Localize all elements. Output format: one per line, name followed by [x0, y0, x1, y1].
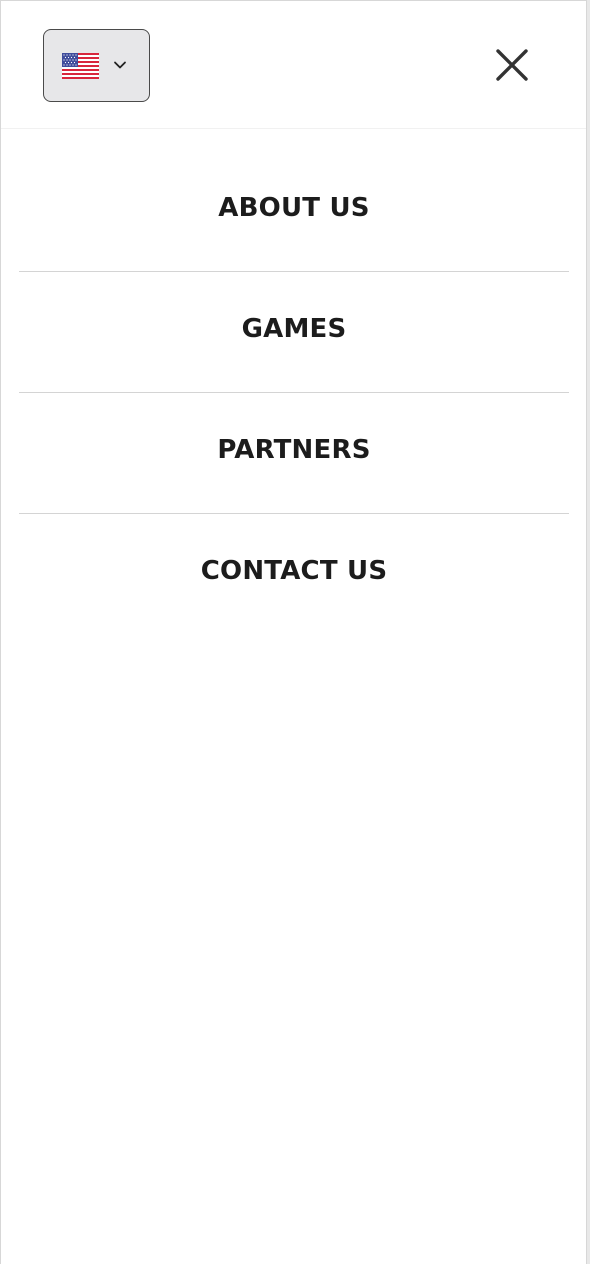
- contact-us-link[interactable]: CONTACT US: [19, 556, 569, 586]
- language-selector-button[interactable]: [43, 29, 150, 102]
- about-us-link[interactable]: ABOUT US: [19, 193, 569, 223]
- chevron-down-icon: [114, 61, 126, 69]
- mobile-menu-panel: ABOUT US GAMES PARTNERS CONTACT US: [0, 0, 587, 1264]
- us-flag-icon: [62, 53, 99, 79]
- menu-item-contact-us: CONTACT US: [19, 514, 569, 635]
- menu-item-games: GAMES: [19, 272, 569, 393]
- close-menu-button[interactable]: [491, 44, 533, 86]
- main-navigation-menu: ABOUT US GAMES PARTNERS CONTACT US: [19, 151, 569, 635]
- games-link[interactable]: GAMES: [19, 314, 569, 344]
- menu-item-about-us: ABOUT US: [19, 151, 569, 272]
- menu-item-partners: PARTNERS: [19, 393, 569, 514]
- partners-link[interactable]: PARTNERS: [19, 435, 569, 465]
- menu-header: [1, 1, 586, 129]
- close-icon: [496, 49, 528, 81]
